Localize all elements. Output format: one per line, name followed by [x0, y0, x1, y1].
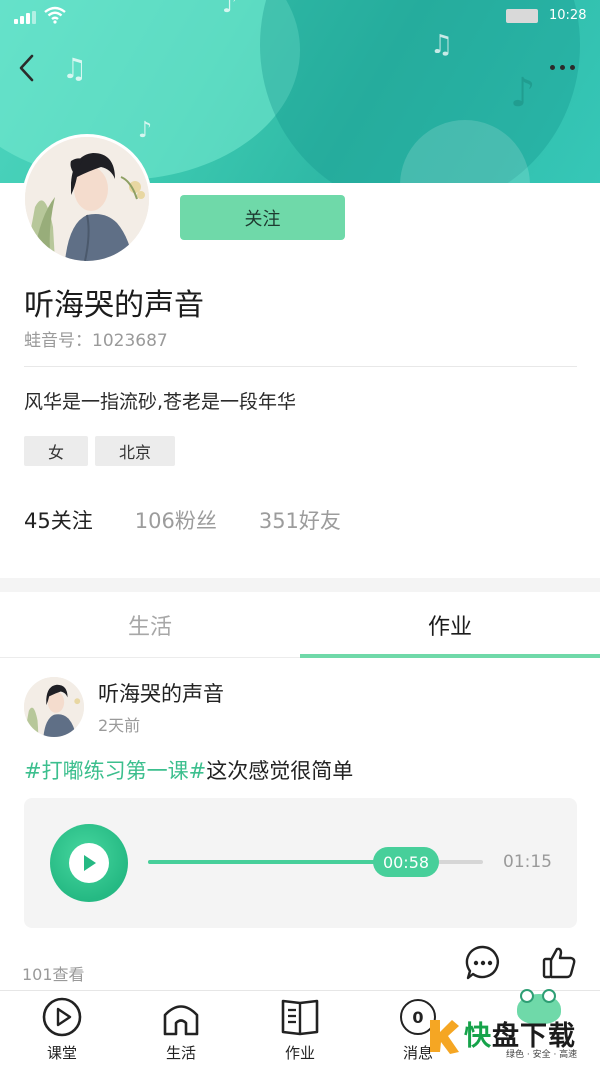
- book-icon: [278, 995, 322, 1039]
- watermark-slogan: 绿色 · 安全 · 高速: [506, 1050, 578, 1060]
- more-dots-icon: [549, 64, 555, 70]
- music-note-icon: ♪: [138, 118, 153, 143]
- more-dot: [569, 64, 575, 70]
- stat-fans[interactable]: 106粉丝: [135, 505, 217, 535]
- post-body: 这次感觉很简单: [206, 759, 354, 783]
- comment-button[interactable]: [462, 942, 504, 984]
- more-dot: [559, 64, 565, 70]
- tab-life[interactable]: 生活: [0, 592, 300, 658]
- status-bar: 10:28: [0, 0, 600, 34]
- like-button[interactable]: [538, 941, 580, 983]
- play-button[interactable]: [50, 824, 128, 902]
- nav-life[interactable]: 生活: [141, 995, 221, 1065]
- wifi-icon: [44, 6, 66, 24]
- profile-name: 听海哭的声音: [24, 288, 204, 323]
- status-redaction: [506, 9, 538, 23]
- nav-homework[interactable]: 作业: [260, 995, 340, 1065]
- stat-friends[interactable]: 351好友: [259, 505, 341, 535]
- home-icon: [159, 995, 203, 1039]
- post-avatar[interactable]: [24, 677, 84, 737]
- profile-id: 蛙音号：1023687: [24, 331, 168, 351]
- avatar-illustration: [25, 137, 149, 261]
- post-views: 101查看: [22, 965, 85, 984]
- tag-gender: 女: [24, 436, 89, 466]
- chevron-left-icon: [19, 54, 34, 82]
- profile-stats: 45关注 106粉丝 351好友: [24, 505, 341, 535]
- music-note-icon: ♫: [430, 30, 454, 60]
- tab-active-indicator: [300, 654, 600, 658]
- audio-progress-track[interactable]: 00:58: [148, 847, 483, 877]
- signal-icon: [14, 11, 36, 24]
- profile-avatar[interactable]: [22, 134, 152, 264]
- follow-button[interactable]: 关注: [180, 195, 345, 240]
- watermark: 快盘下载 绿色 · 安全 · 高速: [428, 1014, 598, 1066]
- audio-current-time[interactable]: 00:58: [373, 847, 439, 877]
- post-author[interactable]: 听海哭的声音: [98, 678, 224, 708]
- divider: [24, 366, 577, 367]
- avatar-illustration: [24, 677, 84, 737]
- play-icon: [69, 843, 109, 883]
- nav-label: 作业: [284, 1044, 315, 1062]
- music-note-icon: ♪: [510, 70, 536, 116]
- audio-progress-fill: [148, 860, 406, 864]
- post-hashtag[interactable]: #打嘟练习第一课#: [24, 759, 206, 783]
- post-text: #打嘟练习第一课#这次感觉很简单: [24, 755, 353, 785]
- content-tabs: 生活 作业: [0, 592, 600, 658]
- watermark-logo-icon: [430, 1020, 459, 1054]
- nav-label: 课堂: [46, 1044, 77, 1062]
- status-time: 10:28: [549, 8, 587, 23]
- profile-bio: 风华是一指流砂,苍老是一段年华: [24, 391, 297, 413]
- comment-icon: [465, 945, 499, 980]
- nav-label: 生活: [165, 1044, 196, 1062]
- stat-following[interactable]: 45关注: [24, 505, 93, 535]
- more-button[interactable]: [544, 56, 580, 78]
- thumbs-up-icon: [542, 947, 576, 979]
- post-time: 2天前: [98, 716, 141, 735]
- play-circle-icon: [40, 995, 84, 1039]
- back-button[interactable]: [8, 48, 44, 88]
- section-gap: [0, 578, 600, 592]
- watermark-title-a: 快: [464, 1021, 492, 1052]
- audio-player: 00:58 01:15: [24, 798, 577, 928]
- music-note-icon: ♫: [62, 52, 88, 85]
- audio-total-time: 01:15: [503, 852, 552, 872]
- tab-homework[interactable]: 作业: [300, 592, 600, 658]
- tag-location: 北京: [95, 436, 176, 466]
- nav-classroom[interactable]: 课堂: [22, 995, 102, 1065]
- profile-tags: 女 北京: [24, 436, 176, 466]
